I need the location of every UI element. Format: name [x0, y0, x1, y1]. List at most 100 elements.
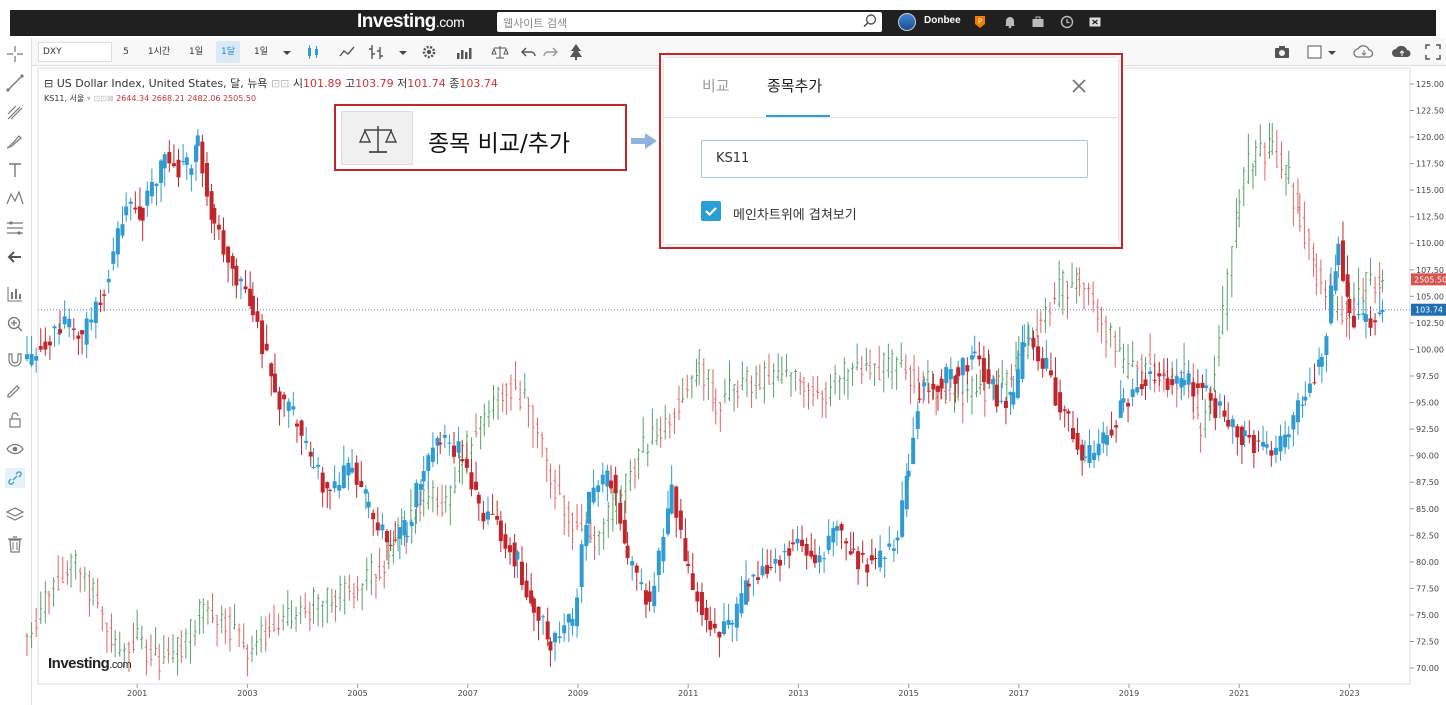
dxy-candle: [1307, 383, 1312, 393]
dxy-candle: [341, 465, 346, 489]
dxy-candle: [643, 590, 648, 605]
dxy-candle: [557, 636, 562, 639]
dxy-candle: [124, 206, 129, 216]
dxy-candle: [1226, 419, 1231, 427]
dxy-candle: [661, 536, 666, 562]
dxy-candle: [708, 620, 713, 630]
x-tick-label: 2007: [458, 689, 478, 698]
dxy-candle: [24, 354, 29, 360]
dxy-candle: [162, 154, 167, 169]
dxy-candle: [856, 551, 861, 570]
dxy-candle: [272, 373, 277, 393]
dxy-candle: [790, 542, 795, 545]
dxy-candle: [350, 467, 355, 473]
dxy-candle: [1101, 432, 1106, 444]
dxy-candle: [388, 544, 393, 546]
tab-add-symbol[interactable]: 종목추가: [767, 75, 822, 96]
dxy-candle: [402, 519, 407, 536]
y-tick-label: 92.50: [1416, 425, 1439, 434]
dxy-candle: [337, 484, 342, 491]
dxy-candle: [359, 481, 364, 488]
dxy-candle: [1003, 400, 1008, 409]
legend-settings-icon[interactable]: ▾ ⊡⊡⊠: [87, 94, 114, 103]
dxy-candle: [1044, 357, 1049, 369]
dxy-candle: [904, 475, 909, 510]
dxy-candle: [695, 591, 700, 602]
dxy-candle: [294, 423, 299, 427]
close-icon[interactable]: [1071, 78, 1087, 94]
dxy-candle: [1235, 426, 1240, 438]
dxy-candle: [1126, 402, 1131, 407]
dxy-candle: [768, 567, 773, 569]
dxy-candle: [111, 251, 116, 264]
y-tick-label: 75.00: [1416, 611, 1439, 620]
dxy-candle: [639, 582, 644, 585]
dxy-candle: [1130, 389, 1135, 398]
dxy-candle: [566, 614, 571, 623]
high-value: 103.79: [355, 77, 394, 90]
dxy-candle: [189, 168, 194, 175]
x-tick-label: 2019: [1119, 689, 1139, 698]
compare-symbol-input[interactable]: KS11: [701, 140, 1088, 178]
compare-button-zoom[interactable]: [341, 111, 413, 165]
dxy-candle: [93, 301, 98, 323]
high-label: 고: [345, 77, 356, 90]
dxy-candle: [145, 190, 150, 206]
collapse-icon[interactable]: ⊟: [44, 77, 53, 90]
dxy-candle: [316, 464, 321, 467]
dxy-candle: [944, 367, 949, 384]
dxy-candle: [452, 445, 457, 457]
dxy-candle: [1377, 312, 1382, 315]
dxy-candle: [154, 183, 159, 187]
chart-watermark: Investing.com: [48, 655, 132, 672]
dxy-candle: [860, 552, 865, 555]
dxy-candle: [1075, 432, 1080, 450]
dxy-candle: [181, 161, 186, 163]
dxy-candle: [878, 550, 883, 568]
dxy-candle: [1347, 298, 1352, 314]
dxy-candle: [456, 441, 461, 453]
dxy-candle: [1363, 314, 1368, 322]
dxy-candle: [1336, 243, 1341, 266]
checkmark-icon: [705, 207, 717, 217]
dxy-candle: [613, 474, 618, 494]
dxy-candle: [1247, 435, 1252, 438]
overlay-checkbox[interactable]: [701, 201, 721, 221]
dxy-candle: [851, 548, 856, 550]
dxy-candle: [873, 558, 878, 560]
watermark-text: Investing: [48, 655, 110, 672]
dxy-candle: [991, 378, 996, 385]
dxy-candle: [1291, 415, 1296, 430]
dxy-candle: [1324, 336, 1329, 356]
dxy-candle: [76, 335, 81, 339]
dxy-candle: [299, 420, 304, 436]
legend-settings-icon[interactable]: ⊡⊡: [271, 77, 289, 90]
dxy-candle: [665, 508, 670, 535]
dxy-candle: [498, 520, 503, 542]
dxy-candle: [1135, 387, 1140, 393]
dxy-candle: [717, 631, 722, 638]
dxy-candle: [1157, 373, 1162, 377]
dxy-candle: [1295, 400, 1300, 423]
dxy-candle: [746, 583, 751, 587]
y-tick-label: 90.00: [1416, 452, 1439, 461]
dxy-candle: [159, 160, 164, 183]
dxy-candle: [1058, 392, 1063, 413]
overlay-label[interactable]: 메인차트위에 겹쳐보기: [733, 204, 857, 223]
tab-compare[interactable]: 비교: [702, 75, 730, 96]
y-tick-label: 72.50: [1416, 638, 1439, 647]
dxy-candle: [986, 369, 991, 384]
dxy-candle: [34, 356, 39, 361]
dxy-candle: [969, 355, 974, 360]
dxy-candle: [730, 622, 735, 625]
dxy-candle: [734, 603, 739, 628]
y-tick-label: 105.00: [1416, 292, 1444, 301]
dxy-candle: [128, 201, 133, 204]
x-tick-label: 2015: [898, 689, 918, 698]
dxy-candle: [430, 447, 435, 462]
dxy-candle: [1256, 440, 1261, 442]
compare-series-values: 2644.34 2668.21 2482.06 2505.50: [116, 94, 257, 103]
compare-series-legend: KS11, 서울 ▾ ⊡⊡⊠ 2644.34 2668.21 2482.06 2…: [44, 93, 256, 104]
dxy-candle: [1048, 370, 1053, 376]
dxy-candle: [221, 230, 226, 255]
